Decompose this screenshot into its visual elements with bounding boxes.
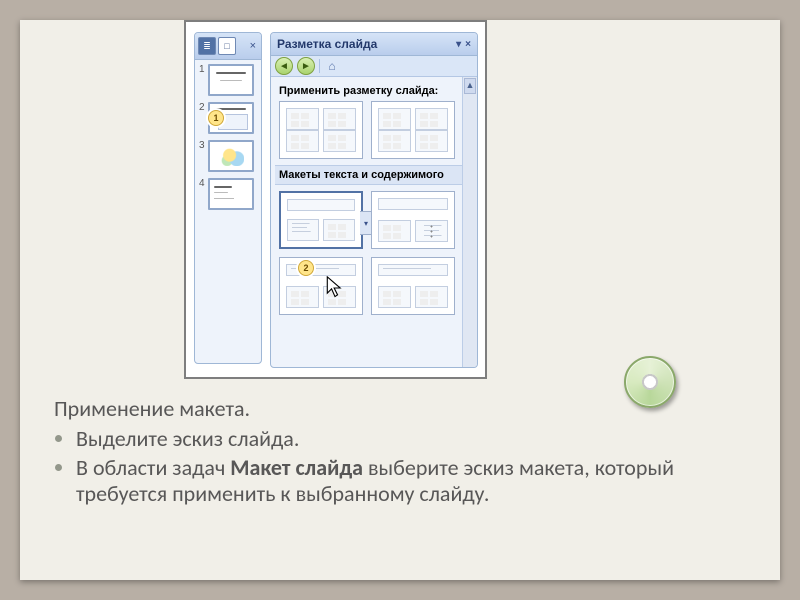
outline-tab-icon[interactable]: ≣ [198, 37, 216, 55]
close-icon[interactable]: × [465, 39, 471, 50]
layout-thumbnail[interactable] [371, 101, 455, 159]
layout-thumbnail[interactable] [371, 257, 455, 315]
slide-thumbnail[interactable] [208, 140, 254, 172]
presentation-slide: ≣ □ × 1 2 3 [20, 20, 780, 580]
home-icon[interactable]: ⌂ [324, 58, 340, 74]
layout-thumbnail[interactable] [279, 101, 363, 159]
slide-title-text: Применение макета. [54, 395, 250, 422]
bullet-item: Выделите эскиз слайда. [76, 426, 746, 452]
layout-section-heading: Макеты текста и содержимого [275, 165, 473, 185]
task-pane-titlebar: Разметка слайда ▾ × [271, 33, 477, 56]
thumb-number: 1 [199, 64, 205, 75]
task-pane-scrollbar[interactable]: ▲ ▼ [462, 77, 477, 368]
bullet-item: В области задач Макет слайда выберите эс… [76, 455, 746, 508]
thumb-number: 2 [199, 102, 205, 113]
thumb-number: 4 [199, 178, 205, 189]
thumbnail-row[interactable]: 3 [199, 140, 257, 172]
task-pane-nav: ◄ ► ⌂ [271, 56, 477, 77]
nav-back-button[interactable]: ◄ [275, 57, 293, 75]
layout-thumbnail[interactable] [371, 191, 455, 249]
screenshot-illustration: ≣ □ × 1 2 3 [184, 20, 487, 379]
slides-thumbnail-pane: ≣ □ × 1 2 3 [194, 32, 262, 364]
thumbnail-pane-header: ≣ □ × [195, 33, 261, 60]
thumbnail-row[interactable]: 4 [199, 178, 257, 210]
task-pane-title: Разметка слайда [277, 37, 377, 51]
callout-badge-2: 2 [298, 260, 314, 276]
bullet-text: Выделите эскиз слайда. [76, 425, 299, 452]
slide-thumbnail[interactable] [208, 178, 254, 210]
slide-thumbnail[interactable] [208, 64, 254, 96]
thumb-number: 3 [199, 140, 205, 151]
apply-layout-heading: Применить разметку слайда: [279, 85, 469, 97]
thumbnail-row[interactable]: 1 [199, 64, 257, 96]
dropdown-icon[interactable]: ▾ [456, 39, 461, 50]
slides-tab-icon[interactable]: □ [218, 37, 236, 55]
task-pane-body: Применить разметку слайда: Макеты текста… [271, 77, 477, 368]
layout-gallery-text-content: ▾ [277, 191, 471, 315]
layout-thumbnail-selected[interactable]: ▾ [279, 191, 363, 249]
slide-body-text: Применение макета. Выделите эскиз слайда… [54, 396, 746, 510]
close-icon[interactable]: × [248, 40, 258, 52]
thumbnail-list: 1 2 3 4 [195, 60, 261, 220]
nav-forward-button[interactable]: ► [297, 57, 315, 75]
layout-thumbnail[interactable] [279, 257, 363, 315]
bullet-bold: Макет слайда [230, 454, 363, 481]
callout-badge-1: 1 [208, 110, 224, 126]
scroll-up-icon[interactable]: ▲ [464, 78, 476, 94]
task-pane-slide-layout: Разметка слайда ▾ × ◄ ► ⌂ Применить разм… [270, 32, 478, 368]
layout-gallery-content [277, 101, 471, 159]
bullet-text: В области задач [76, 454, 230, 481]
